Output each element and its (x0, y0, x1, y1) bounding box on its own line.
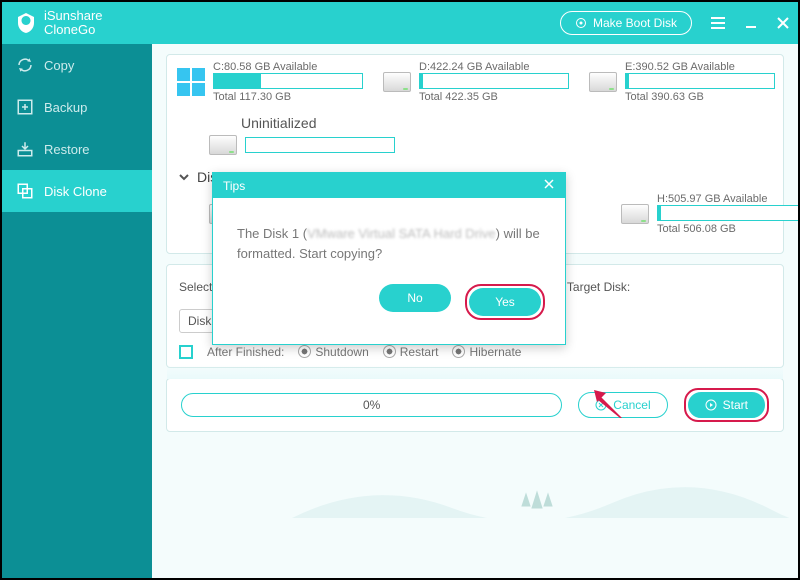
footer-bar: 0% Cancel Start (166, 378, 784, 432)
sidebar-item-restore[interactable]: Restore (2, 128, 152, 170)
usage-bar (657, 205, 798, 221)
usage-bar (419, 73, 569, 89)
radio-hibernate[interactable]: Hibernate (452, 345, 521, 359)
close-icon (543, 178, 555, 190)
sidebar-item-backup[interactable]: Backup (2, 86, 152, 128)
titlebar: iSunshare CloneGo Make Boot Disk (2, 2, 798, 44)
tips-dialog: Tips The Disk 1 (VMware Virtual SATA Har… (212, 172, 566, 345)
radio-shutdown[interactable]: Shutdown (298, 345, 368, 359)
restore-icon (16, 140, 34, 158)
usage-bar (213, 73, 363, 89)
hdd-icon (621, 204, 649, 224)
uninitialized-label: Uninitialized (177, 115, 773, 131)
plus-box-icon (16, 98, 34, 116)
drive-total: Total 422.35 GB (419, 91, 571, 103)
after-finished-checkbox[interactable] (179, 345, 193, 359)
drive-e[interactable]: E:390.52 GB Available Total 390.63 GB (589, 61, 777, 103)
drive-label: D:422.24 GB Available (419, 61, 571, 73)
hdd-icon (589, 72, 617, 92)
disc-icon (575, 17, 587, 29)
refresh-icon (16, 56, 34, 74)
sidebar: Copy Backup Restore Disk Clone (2, 44, 152, 578)
progress-bar: 0% (181, 393, 562, 417)
cancel-button[interactable]: Cancel (578, 392, 667, 418)
cancel-icon (595, 399, 607, 411)
close-button[interactable] (776, 16, 790, 30)
minimize-button[interactable] (744, 16, 758, 30)
usage-bar (625, 73, 775, 89)
drive-c[interactable]: C:80.58 GB Available Total 117.30 GB (177, 61, 365, 103)
drive-uninitialized[interactable] (209, 135, 397, 155)
hdd-icon (383, 72, 411, 92)
dialog-title: Tips (223, 179, 245, 193)
start-label: Start (723, 398, 748, 412)
sidebar-item-label: Backup (44, 100, 87, 115)
app-logo: iSunshare CloneGo (14, 9, 103, 37)
dialog-header: Tips (213, 173, 565, 198)
after-finished-label: After Finished: (207, 345, 284, 359)
sidebar-item-label: Disk Clone (44, 184, 107, 199)
start-button[interactable]: Start (688, 392, 765, 418)
sidebar-item-label: Restore (44, 142, 90, 157)
hdd-icon (209, 135, 237, 155)
drive-h[interactable]: H:505.97 GB Available Total 506.08 GB (621, 193, 798, 235)
cancel-label: Cancel (613, 398, 650, 412)
drive-total: Total 506.08 GB (657, 223, 798, 235)
play-icon (705, 399, 717, 411)
drive-label: C:80.58 GB Available (213, 61, 365, 73)
radio-restart[interactable]: Restart (383, 345, 439, 359)
app-name-line1: iSunshare (44, 9, 103, 23)
dialog-close-button[interactable] (543, 178, 555, 193)
sidebar-item-copy[interactable]: Copy (2, 44, 152, 86)
chevron-down-icon (177, 170, 191, 184)
drive-d[interactable]: D:422.24 GB Available Total 422.35 GB (383, 61, 571, 103)
drive-total: Total 117.30 GB (213, 91, 365, 103)
no-button[interactable]: No (379, 284, 451, 312)
yes-button[interactable]: Yes (469, 288, 541, 316)
decorative-hills (292, 468, 798, 518)
make-boot-disk-label: Make Boot Disk (593, 16, 677, 30)
sidebar-item-label: Copy (44, 58, 74, 73)
start-highlight: Start (684, 388, 769, 422)
windows-icon (177, 68, 205, 96)
logo-icon (14, 11, 38, 35)
clone-icon (16, 182, 34, 200)
dialog-body: The Disk 1 (VMware Virtual SATA Hard Dri… (213, 198, 565, 280)
sidebar-item-disk-clone[interactable]: Disk Clone (2, 170, 152, 212)
drive-label: E:390.52 GB Available (625, 61, 777, 73)
make-boot-disk-button[interactable]: Make Boot Disk (560, 11, 692, 35)
menu-icon[interactable] (710, 16, 726, 30)
usage-bar (245, 137, 395, 153)
drive-total: Total 390.63 GB (625, 91, 777, 103)
drive-label: H:505.97 GB Available (657, 193, 798, 205)
yes-highlight: Yes (465, 284, 545, 320)
app-name-line2: CloneGo (44, 23, 103, 37)
